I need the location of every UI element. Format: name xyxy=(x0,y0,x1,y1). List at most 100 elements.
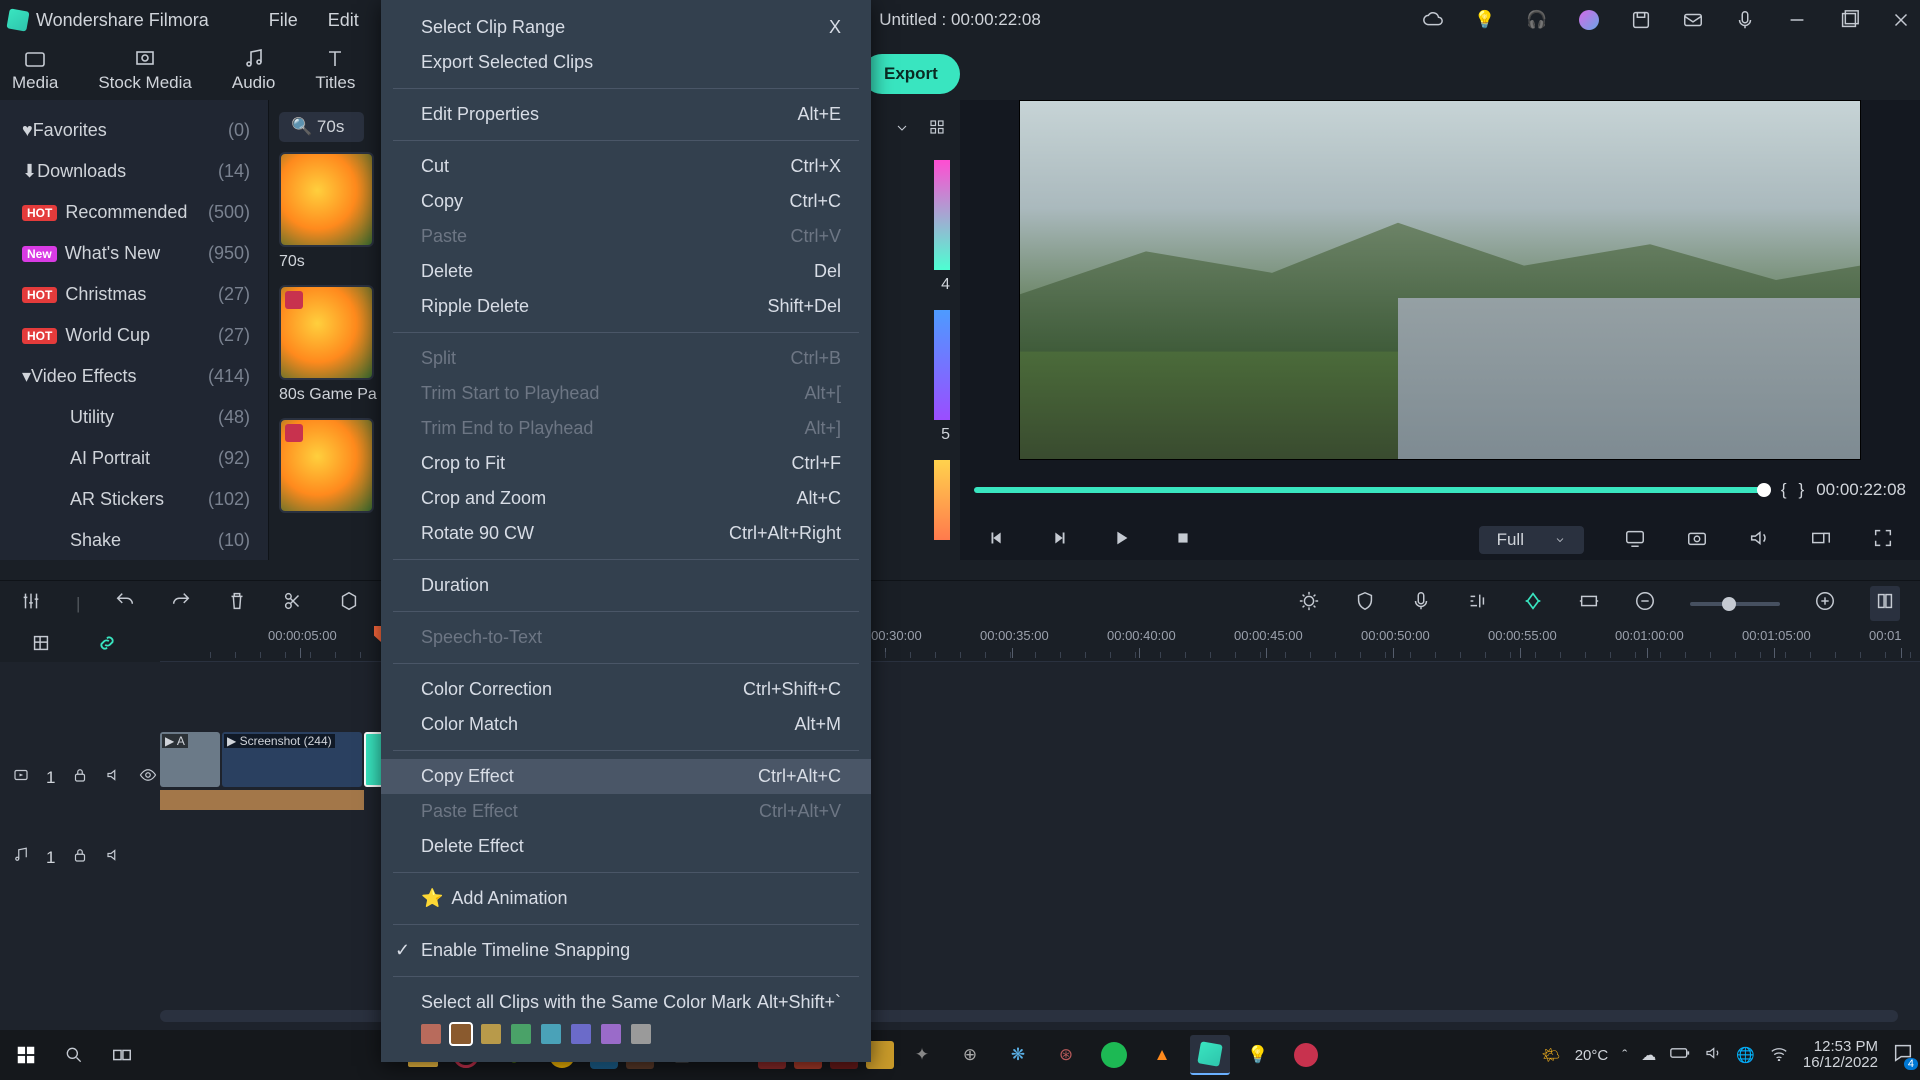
sidebar-item-shake[interactable]: Shake(10) xyxy=(0,520,268,561)
ctx-duration[interactable]: Duration xyxy=(381,568,871,603)
taskbar-spotify[interactable] xyxy=(1094,1035,1134,1075)
lock-icon[interactable] xyxy=(71,846,89,869)
search-button[interactable] xyxy=(54,1035,94,1075)
tray-wifi-icon[interactable] xyxy=(1769,1045,1789,1065)
sidebar-item-video-effects[interactable]: ▾ Video Effects(414) xyxy=(0,356,268,397)
ctx-add-animation[interactable]: ⭐Add Animation xyxy=(381,881,871,916)
tray-battery-icon[interactable] xyxy=(1670,1046,1690,1064)
sidebar-item-world-cup[interactable]: HOTWorld Cup(27) xyxy=(0,315,268,356)
ctx-color-correction[interactable]: Color CorrectionCtrl+Shift+C xyxy=(381,672,871,707)
ctx-enable-timeline-snapping[interactable]: ✓Enable Timeline Snapping xyxy=(381,933,871,968)
preview-viewport[interactable] xyxy=(1019,100,1861,460)
taskbar-app-9[interactable]: ✦ xyxy=(902,1035,942,1075)
shield-icon[interactable] xyxy=(1354,590,1376,617)
mail-icon[interactable] xyxy=(1682,9,1704,31)
delete-icon[interactable] xyxy=(226,590,248,617)
sidebar-item-downloads[interactable]: ⬇ Downloads(14) xyxy=(0,151,268,192)
effect-thumb-partial[interactable] xyxy=(934,160,950,270)
mixer-icon[interactable] xyxy=(20,590,42,617)
undo-icon[interactable] xyxy=(114,590,136,617)
menu-file[interactable]: File xyxy=(269,10,298,31)
tray-network-icon[interactable]: 🌐 xyxy=(1736,1046,1755,1064)
zoom-slider[interactable] xyxy=(1690,602,1780,606)
preview-quality-dropdown[interactable]: Full xyxy=(1479,526,1584,554)
grid-view-icon[interactable] xyxy=(928,118,946,141)
color-swatch[interactable] xyxy=(511,1024,531,1044)
redo-icon[interactable] xyxy=(170,590,192,617)
detach-icon[interactable] xyxy=(1810,527,1832,554)
search-input[interactable]: 🔍 70s xyxy=(279,112,364,142)
color-swatch[interactable] xyxy=(541,1024,561,1044)
mark-out-icon[interactable]: } xyxy=(1799,480,1805,500)
zoom-out-icon[interactable] xyxy=(1634,590,1656,617)
ctx-copy[interactable]: CopyCtrl+C xyxy=(381,184,871,219)
cloud-icon[interactable] xyxy=(1422,9,1444,31)
export-button[interactable]: Export xyxy=(862,54,960,94)
ctx-crop-and-zoom[interactable]: Crop and ZoomAlt+C xyxy=(381,481,871,516)
snapshot-icon[interactable] xyxy=(1686,527,1708,554)
color-swatch[interactable] xyxy=(601,1024,621,1044)
timeline-clip-1[interactable]: ▶ A xyxy=(160,732,220,787)
ctx-copy-effect[interactable]: Copy EffectCtrl+Alt+C xyxy=(381,759,871,794)
sidebar-item-ar-stickers[interactable]: AR Stickers(102) xyxy=(0,479,268,520)
menu-edit[interactable]: Edit xyxy=(328,10,359,31)
add-marker-icon[interactable] xyxy=(30,632,52,659)
fullscreen-icon[interactable] xyxy=(1872,527,1894,554)
tab-titles[interactable]: Titles xyxy=(315,47,355,93)
tray-notifications-icon[interactable]: 4 xyxy=(1892,1042,1914,1068)
marker-icon[interactable] xyxy=(338,590,360,617)
ctx-edit-properties[interactable]: Edit PropertiesAlt+E xyxy=(381,97,871,132)
save-icon[interactable] xyxy=(1630,9,1652,31)
tab-audio[interactable]: Audio xyxy=(232,47,275,93)
mark-in-icon[interactable]: { xyxy=(1781,480,1787,500)
color-swatch[interactable] xyxy=(631,1024,651,1044)
ctx-crop-to-fit[interactable]: Crop to FitCtrl+F xyxy=(381,446,871,481)
volume-icon[interactable] xyxy=(1748,527,1770,554)
timeline-clip-2[interactable]: ▶ Screenshot (244) xyxy=(222,732,362,787)
ctx-ripple-delete[interactable]: Ripple DeleteShift+Del xyxy=(381,289,871,324)
taskbar-app-10[interactable]: ⊕ xyxy=(950,1035,990,1075)
zoom-in-icon[interactable] xyxy=(1814,590,1836,617)
ctx-delete[interactable]: DeleteDel xyxy=(381,254,871,289)
tab-media[interactable]: Media xyxy=(12,47,58,93)
stop-icon[interactable] xyxy=(1172,527,1194,554)
maximize-icon[interactable] xyxy=(1838,9,1860,31)
ctx-cut[interactable]: CutCtrl+X xyxy=(381,149,871,184)
favorite-icon[interactable] xyxy=(285,424,303,442)
mute-icon[interactable] xyxy=(105,846,123,869)
color-swatch[interactable] xyxy=(421,1024,441,1044)
sidebar-item-recommended[interactable]: HOTRecommended(500) xyxy=(0,192,268,233)
taskbar-vlc[interactable]: ▲ xyxy=(1142,1035,1182,1075)
start-button[interactable] xyxy=(6,1035,46,1075)
taskbar-app-13[interactable]: 💡 xyxy=(1238,1035,1278,1075)
color-swatch[interactable] xyxy=(571,1024,591,1044)
tray-volume-icon[interactable] xyxy=(1704,1044,1722,1066)
tray-onedrive-icon[interactable]: ☁ xyxy=(1641,1046,1656,1064)
preview-scrubber[interactable] xyxy=(974,487,1769,493)
headset-icon[interactable]: 🎧 xyxy=(1526,9,1548,31)
play-icon[interactable] xyxy=(1110,527,1132,554)
tab-stock-media[interactable]: Stock Media xyxy=(98,47,192,93)
favorite-icon[interactable] xyxy=(285,291,303,309)
display-icon[interactable] xyxy=(1624,527,1646,554)
weather-temp[interactable]: 20°C xyxy=(1575,1047,1609,1064)
fit-icon[interactable] xyxy=(1578,590,1600,617)
link-icon[interactable] xyxy=(96,632,118,659)
lightbulb-icon[interactable]: 💡 xyxy=(1474,9,1496,31)
minimize-icon[interactable] xyxy=(1786,9,1808,31)
ctx-export-selected-clips[interactable]: Export Selected Clips xyxy=(381,45,871,80)
render-icon[interactable] xyxy=(1298,590,1320,617)
ctx-rotate-90-cw[interactable]: Rotate 90 CWCtrl+Alt+Right xyxy=(381,516,871,551)
voiceover-icon[interactable] xyxy=(1410,590,1432,617)
split-icon[interactable] xyxy=(282,590,304,617)
keyframe-icon[interactable] xyxy=(1522,590,1544,617)
tray-chevron-icon[interactable]: ˆ xyxy=(1622,1047,1627,1064)
mic-icon[interactable] xyxy=(1734,9,1756,31)
profile-icon[interactable] xyxy=(1578,9,1600,31)
task-view-button[interactable] xyxy=(102,1035,142,1075)
tray-clock[interactable]: 12:53 PM16/12/2022 xyxy=(1803,1039,1878,1072)
sidebar-item-christmas[interactable]: HOTChristmas(27) xyxy=(0,274,268,315)
sidebar-item-favorites[interactable]: ♥ Favorites(0) xyxy=(0,110,268,151)
ctx-delete-effect[interactable]: Delete Effect xyxy=(381,829,871,864)
sidebar-item-utility[interactable]: Utility(48) xyxy=(0,397,268,438)
